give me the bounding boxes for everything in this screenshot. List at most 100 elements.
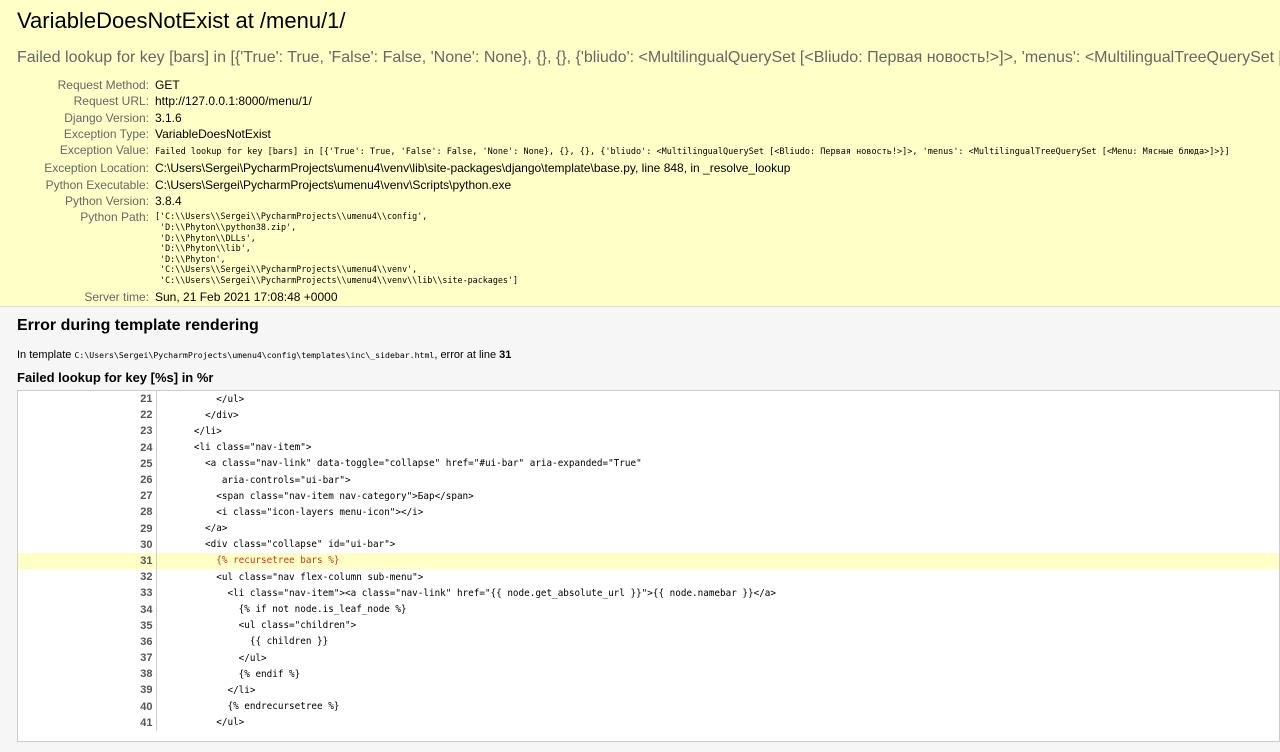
source-table: 21 </ul> 22 </div> 23 </li> 24 <li class="n…	[18, 391, 1279, 731]
meta-row-exception-value: Exception Value: Failed lookup for key […	[17, 142, 1230, 160]
line-code: {{ children }}	[171, 636, 329, 648]
page-title: VariableDoesNotExist at /menu/1/	[17, 8, 346, 33]
source-line: 41 </ul>	[18, 714, 1279, 731]
line-number: 24	[18, 439, 157, 456]
line-number: 22	[18, 407, 157, 424]
source-line: 28 <i class="icon-layers menu-icon"></i>	[18, 504, 1279, 521]
source-line: 40 {% endrecursetree %}	[18, 698, 1279, 715]
exception-value-text: Failed lookup for key [bars] in [{'True'…	[155, 147, 1230, 158]
meta-value: VariableDoesNotExist	[155, 126, 271, 141]
source-line: 23 </li>	[18, 423, 1279, 440]
meta-value: Failed lookup for key [bars] in [{'True'…	[155, 142, 1230, 160]
line-number: 40	[18, 698, 157, 715]
meta-value: Sun, 21 Feb 2021 17:08:48 +0000	[155, 289, 338, 304]
line-number: 31	[18, 552, 157, 570]
meta-row-server-time: Server time: Sun, 21 Feb 2021 17:08:48 +…	[17, 289, 1230, 305]
meta-label: Request Method:	[57, 78, 149, 92]
source-line: 37 </ul>	[18, 650, 1279, 667]
line-number: 34	[18, 601, 157, 618]
source-line: 21 </ul>	[18, 391, 1279, 408]
line-code: <li class="nav-item"><a class="nav-link"…	[171, 587, 776, 599]
meta-label: Request URL:	[73, 94, 149, 109]
meta-value: C:\Users\Sergei\PycharmProjects\umenu4\v…	[155, 161, 791, 176]
template-path: C:\Users\Sergei\PycharmProjects\umenu4\c…	[74, 350, 435, 360]
line-number: 28	[18, 504, 157, 521]
line-code: </li>	[171, 425, 222, 437]
meta-value: http://127.0.0.1:8000/menu/1/	[155, 94, 312, 109]
line-number: 30	[18, 536, 157, 553]
line-code: </li>	[171, 684, 256, 696]
source-line: 30 <div class="collapse" id="ui-bar">	[18, 536, 1279, 553]
python-path-list: ['C:\\Users\\Sergei\\PycharmProjects\\um…	[155, 211, 519, 285]
source-line: 35 <ul class="children">	[18, 617, 1279, 634]
line-code: </div>	[171, 409, 239, 421]
meta-label: Exception Value:	[59, 143, 149, 158]
line-code: <div class="collapse" id="ui-bar">	[171, 539, 396, 551]
source-line: 39 </li>	[18, 682, 1279, 699]
template-error-section: Error during template rendering In templ…	[0, 307, 1280, 752]
line-number: 26	[18, 471, 157, 489]
template-error-subheading: Failed lookup for key [%s] in %r	[17, 370, 214, 385]
meta-value: C:\Users\Sergei\PycharmProjects\umenu4\v…	[155, 177, 512, 192]
line-code: <i class="icon-layers menu-icon"></i>	[171, 506, 424, 518]
meta-label: Python Version:	[64, 194, 149, 209]
meta-value: 3.1.6	[155, 110, 182, 125]
meta-row-exception-location: Exception Location: C:\Users\Sergei\Pych…	[17, 160, 1230, 176]
template-source-listing[interactable]: 21 </ul> 22 </div> 23 </li> 24 <li class="n…	[17, 390, 1280, 742]
source-line: 33 <li class="nav-item"><a class="nav-li…	[18, 585, 1279, 602]
meta-value: 3.8.4	[155, 194, 182, 209]
meta-row-request-url: Request URL: http://127.0.0.1:8000/menu/…	[17, 93, 1230, 109]
source-line: 29 </a>	[18, 520, 1279, 537]
exception-value-heading: Failed lookup for key [bars] in [{'True'…	[17, 49, 1280, 66]
line-number: 39	[18, 682, 157, 699]
line-code: </ul>	[171, 652, 267, 664]
line-code: <a class="nav-link" data-toggle="collaps…	[171, 458, 642, 470]
template-error-intro: In template C:\Users\Sergei\PycharmProje…	[17, 348, 1280, 362]
line-number: 32	[18, 569, 157, 586]
meta-row-django-version: Django Version: 3.1.6	[17, 110, 1230, 126]
line-number: 23	[18, 423, 157, 440]
line-number: 27	[18, 488, 157, 505]
line-number: 41	[18, 714, 157, 731]
line-code: {% endrecursetree %}	[171, 701, 340, 713]
meta-label: Exception Location:	[44, 161, 149, 176]
source-line: 34 {% if not node.is_leaf_node %}	[18, 601, 1279, 618]
line-code: </ul>	[171, 393, 245, 405]
meta-row-exception-type: Exception Type: VariableDoesNotExist	[17, 126, 1230, 142]
meta-row-python-version: Python Version: 3.8.4	[17, 193, 1230, 209]
intro-suffix: , error at line	[434, 349, 500, 361]
source-line: 25 <a class="nav-link" data-toggle="coll…	[18, 455, 1279, 472]
request-meta-table: Request Method: GET Request URL: http://…	[17, 77, 1230, 305]
meta-value: GET	[155, 78, 180, 92]
source-line: 26 aria-controls="ui-bar">	[18, 471, 1279, 489]
line-code: aria-controls="ui-bar">	[171, 474, 351, 486]
meta-label: Exception Type:	[63, 126, 149, 141]
meta-label: Python Path:	[80, 210, 149, 225]
line-number: 33	[18, 585, 157, 602]
meta-label: Django Version:	[64, 110, 149, 125]
source-line: 38 {% endif %}	[18, 666, 1279, 683]
meta-value: ['C:\\Users\\Sergei\\PycharmProjects\\um…	[155, 209, 1230, 288]
line-code: <span class="nav-item nav-category">Бар<…	[171, 490, 474, 502]
template-error-heading: Error during template rendering	[17, 317, 259, 334]
line-code: </ul>	[171, 717, 245, 729]
source-line: 27 <span class="nav-item nav-category">Б…	[18, 488, 1279, 505]
line-number: 38	[18, 666, 157, 683]
line-number: 25	[18, 455, 157, 472]
line-code: </a>	[171, 523, 228, 535]
line-code: <ul class="nav flex-column sub-menu">	[171, 571, 424, 583]
intro-prefix: In template	[17, 349, 75, 361]
line-number: 21	[18, 391, 157, 408]
line-number: 35	[18, 617, 157, 634]
line-code: <li class="nav-item">	[171, 442, 312, 454]
line-code: {% if not node.is_leaf_node %}	[171, 604, 407, 616]
source-line: 24 <li class="nav-item">	[18, 439, 1279, 456]
meta-label: Server time:	[84, 289, 149, 304]
line-code: {% endif %}	[171, 668, 301, 680]
source-line-error: 31 {% recursetree bars %}	[18, 552, 1279, 570]
meta-row-request-method: Request Method: GET	[17, 77, 1230, 93]
line-number: 29	[18, 520, 157, 537]
line-number: 36	[18, 633, 157, 650]
error-line-number: 31	[499, 349, 512, 361]
meta-label: Python Executable:	[45, 177, 149, 192]
